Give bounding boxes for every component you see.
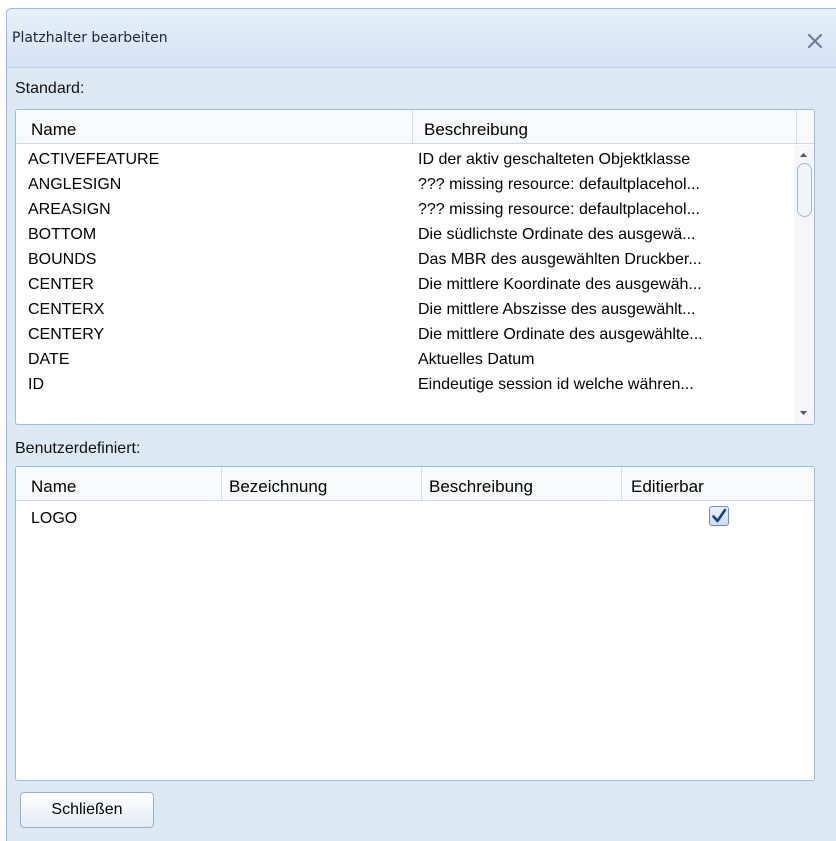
editable-checkbox[interactable] [709, 506, 729, 526]
table-row[interactable]: CENTERX Die mittlere Abszisse des ausgewä… [16, 297, 796, 322]
scroll-down-icon[interactable] [797, 408, 810, 418]
column-header-description[interactable]: Beschreibung [429, 467, 533, 500]
placeholder-description: ID der aktiv geschalteten Objektklasse [418, 151, 691, 168]
column-separator[interactable] [221, 467, 222, 500]
vertical-scrollbar[interactable] [794, 145, 813, 424]
table-row[interactable]: ACTIVEFEATURE ID der aktiv geschalteten O… [16, 147, 796, 172]
column-separator[interactable] [796, 110, 797, 143]
scrollbar-thumb[interactable] [797, 163, 812, 217]
column-header-name[interactable]: Name [31, 467, 76, 500]
placeholder-description: Die südlichste Ordinate des ausgewä... [418, 226, 696, 243]
custom-grid: Name Bezeichnung Beschreibung Editierbar… [15, 466, 815, 781]
custom-row-name: LOGO [31, 510, 78, 527]
scroll-up-icon[interactable] [797, 150, 810, 160]
placeholder-name: CENTERX [28, 301, 105, 318]
dialog-title: Platzhalter bearbeiten [12, 30, 168, 46]
table-row[interactable]: DATE Aktuelles Datum [16, 347, 796, 372]
placeholder-name: BOTTOM [28, 226, 97, 243]
placeholder-name: ANGLESIGN [28, 176, 122, 193]
custom-row-description [429, 506, 614, 531]
placeholder-name: BOUNDS [28, 251, 97, 268]
close-icon[interactable] [806, 32, 824, 50]
table-row[interactable]: LOGO [16, 506, 814, 531]
checkmark-icon [712, 508, 727, 523]
custom-row-label [229, 506, 414, 531]
standard-section-label: Standard: [15, 80, 85, 97]
table-row[interactable]: CENTERY Die mittlere Ordinate des ausgewä… [16, 322, 796, 347]
column-header-description[interactable]: Beschreibung [424, 110, 528, 143]
placeholder-name: CENTERY [28, 326, 105, 343]
placeholder-name: ACTIVEFEATURE [28, 151, 160, 168]
table-row[interactable]: ANGLESIGN ??? missing resource: defaultpl… [16, 172, 796, 197]
placeholder-description: Die mittlere Abszisse des ausgewählt... [418, 301, 696, 318]
standard-grid-header: Name Beschreibung [16, 110, 814, 144]
column-header-name[interactable]: Name [31, 110, 76, 143]
table-row[interactable]: AREASIGN ??? missing resource: defaultpla… [16, 197, 796, 222]
placeholder-name: AREASIGN [28, 201, 111, 218]
close-button[interactable]: Schließen [20, 792, 154, 828]
column-separator[interactable] [621, 467, 622, 500]
placeholder-description: ??? missing resource: defaultplacehol... [418, 176, 700, 193]
placeholder-description: ??? missing resource: defaultplacehol... [418, 201, 700, 218]
placeholder-name: DATE [28, 351, 70, 368]
table-row[interactable]: BOUNDS Das MBR des ausgewählten Druckber.… [16, 247, 796, 272]
placeholder-description: Das MBR des ausgewählten Druckber... [418, 251, 702, 268]
placeholder-description: Die mittlere Ordinate des ausgewählte... [418, 326, 703, 343]
custom-grid-header: Name Bezeichnung Beschreibung Editierbar [16, 467, 814, 501]
placeholder-description: Die mittlere Koordinate des ausgewäh... [418, 276, 702, 293]
column-header-editable[interactable]: Editierbar [631, 467, 704, 500]
column-separator[interactable] [421, 467, 422, 500]
placeholder-description: Aktuelles Datum [418, 351, 535, 368]
placeholder-description: Eindeutige session id welche währen... [418, 376, 694, 393]
standard-grid: Name Beschreibung ACTIVEFEATURE ID der ak… [15, 109, 815, 425]
table-row[interactable]: ID Eindeutige session id welche währen... [16, 372, 796, 397]
table-row[interactable]: BOTTOM Die südlichste Ordinate des ausgew… [16, 222, 796, 247]
column-header-label[interactable]: Bezeichnung [229, 467, 327, 500]
table-row[interactable]: CENTER Die mittlere Koordinate des ausgew… [16, 272, 796, 297]
placeholder-name: ID [28, 376, 44, 393]
custom-section-label: Benutzerdefiniert: [15, 440, 141, 457]
placeholder-name: CENTER [28, 276, 94, 293]
column-separator[interactable] [412, 110, 413, 143]
dialog-titlebar[interactable]: Platzhalter bearbeiten [7, 9, 836, 68]
